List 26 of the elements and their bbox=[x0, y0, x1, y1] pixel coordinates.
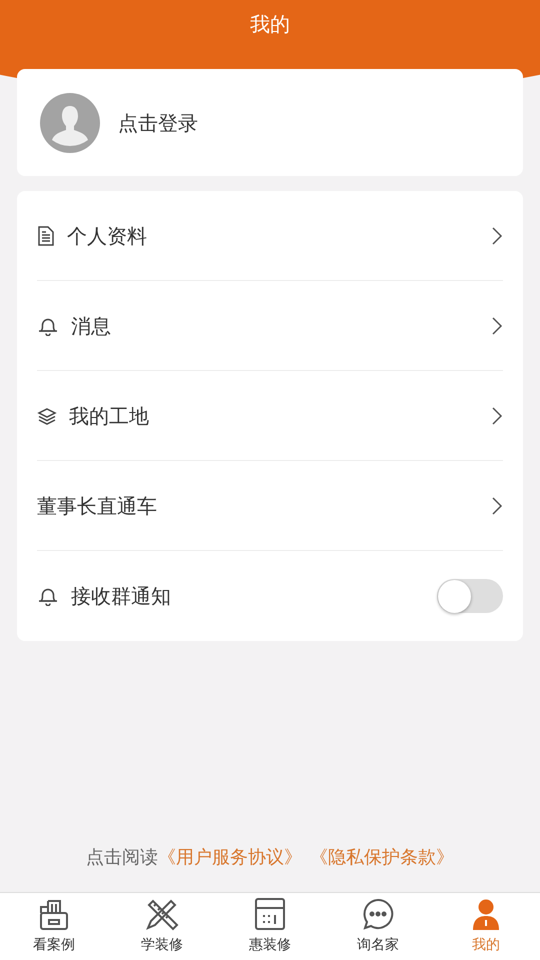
person-icon bbox=[471, 899, 501, 931]
chevron-right-icon[interactable] bbox=[491, 406, 503, 426]
menu-item-label[interactable]: 消息 bbox=[71, 310, 479, 340]
agreement-text: 点击阅读 bbox=[86, 846, 158, 870]
chat-icon bbox=[361, 897, 395, 931]
page-title: 我的 bbox=[250, 11, 290, 38]
bell-icon bbox=[37, 586, 59, 606]
menu-item-label: 接收群通知 bbox=[71, 583, 172, 610]
avatar-icon bbox=[40, 92, 100, 152]
notification-switch[interactable] bbox=[437, 579, 503, 613]
ruler-pencil-icon bbox=[145, 897, 179, 931]
document-icon bbox=[37, 226, 55, 246]
menu-item-label[interactable]: 个人资料 bbox=[67, 220, 479, 250]
chevron-right-icon[interactable] bbox=[491, 316, 503, 336]
menu-item-label[interactable]: 董事长直通车 bbox=[37, 490, 479, 520]
tab-bar-item[interactable]: 看案例 bbox=[0, 893, 108, 960]
tab-bar-item[interactable]: 询名家 bbox=[324, 893, 432, 960]
chevron-right-icon[interactable] bbox=[491, 226, 503, 246]
calculator-icon bbox=[254, 897, 286, 931]
tab-bar-item[interactable]: 惠装修 bbox=[216, 893, 324, 960]
archive-icon bbox=[38, 899, 70, 931]
menu-item-label[interactable]: 我的工地 bbox=[69, 400, 479, 430]
login-link[interactable]: 点击登录 bbox=[118, 108, 198, 138]
tab-bar-item[interactable]: 学装修 bbox=[108, 893, 216, 960]
chevron-right-icon[interactable] bbox=[491, 496, 503, 516]
layers-icon bbox=[37, 406, 57, 424]
